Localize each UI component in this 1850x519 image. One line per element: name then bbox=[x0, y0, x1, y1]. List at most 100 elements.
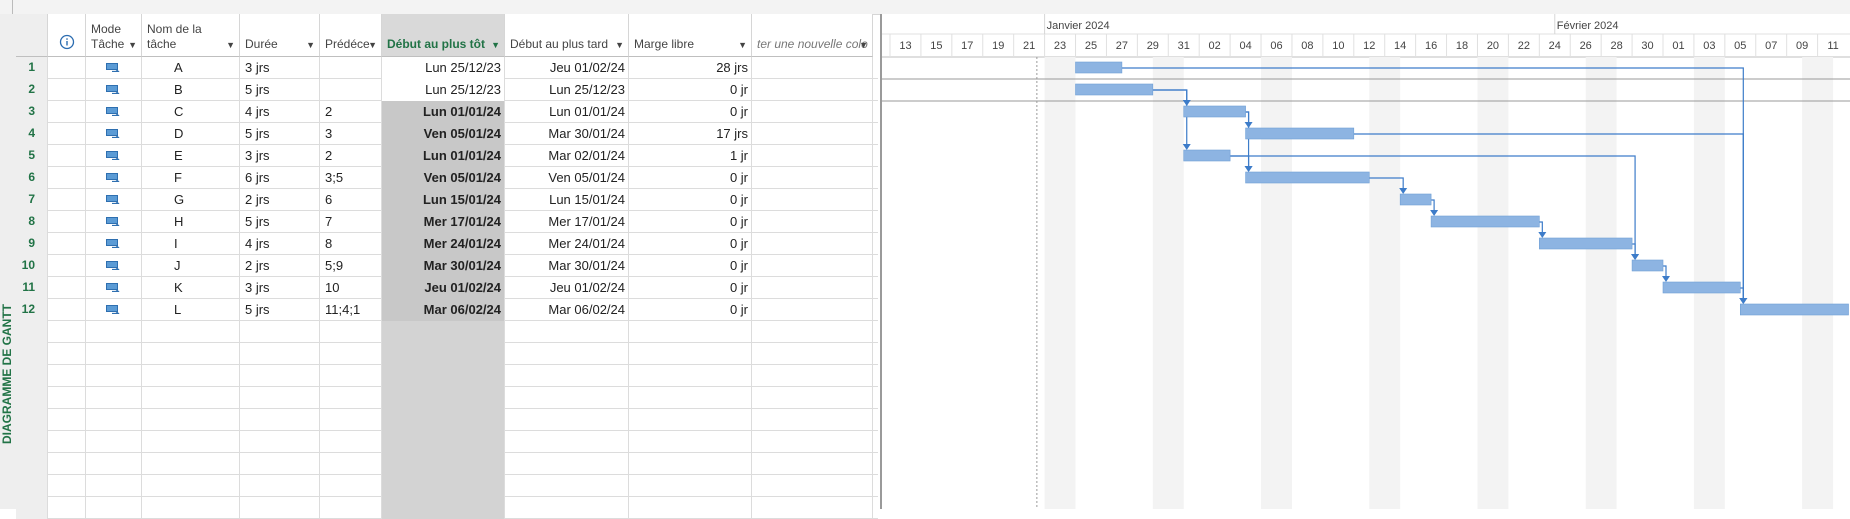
indicator-cell[interactable] bbox=[48, 167, 86, 189]
late-start-cell[interactable] bbox=[505, 343, 629, 365]
indicator-cell[interactable] bbox=[48, 57, 86, 79]
duration-cell[interactable] bbox=[240, 343, 320, 365]
gantt-canvas[interactable]: Janvier 2024 Février 2024 13 15 17 19 21 23 25 27… bbox=[882, 14, 1850, 509]
new-column-cell[interactable] bbox=[752, 387, 873, 409]
table-row[interactable]: 3C4 jrs 2 Lun 01/01/24 Lun 01/01/24 0 jr bbox=[16, 101, 878, 123]
row-id[interactable] bbox=[16, 343, 48, 365]
column-header-task-mode[interactable]: Mode Tâche ▼ bbox=[86, 14, 142, 57]
predecessors-cell[interactable] bbox=[320, 431, 382, 453]
table-row[interactable]: 9I4 jrs 8 Mer 24/01/24 Mer 24/01/24 0 jr bbox=[16, 233, 878, 255]
duration-cell[interactable]: 5 jrs bbox=[240, 211, 320, 233]
duration-cell[interactable]: 3 jrs bbox=[240, 277, 320, 299]
task-mode-cell[interactable] bbox=[86, 321, 142, 343]
duration-cell[interactable]: 2 jrs bbox=[240, 255, 320, 277]
early-start-cell[interactable]: Lun 01/01/24 bbox=[382, 145, 505, 167]
task-mode-cell[interactable] bbox=[86, 365, 142, 387]
indicator-cell[interactable] bbox=[48, 387, 86, 409]
duration-cell[interactable]: 4 jrs bbox=[240, 101, 320, 123]
row-id[interactable] bbox=[16, 475, 48, 497]
new-column-cell[interactable] bbox=[752, 431, 873, 453]
indicator-cell[interactable] bbox=[48, 145, 86, 167]
early-start-cell[interactable] bbox=[382, 321, 505, 343]
row-id[interactable] bbox=[16, 431, 48, 453]
column-header-predecessors[interactable]: Prédéce ▼ bbox=[320, 14, 382, 57]
predecessors-cell[interactable]: 8 bbox=[320, 233, 382, 255]
task-bar[interactable] bbox=[1245, 171, 1370, 184]
free-slack-cell[interactable] bbox=[629, 497, 752, 519]
late-start-cell[interactable] bbox=[505, 365, 629, 387]
early-start-cell[interactable]: Jeu 01/02/24 bbox=[382, 277, 505, 299]
row-id[interactable]: 9 bbox=[16, 233, 48, 255]
table-row[interactable]: 4 D5 jrs 3 Ven 05/01/24 Mar 30/01/24 17 jrs bbox=[16, 123, 878, 145]
table-row[interactable] bbox=[16, 453, 878, 475]
new-column-cell[interactable] bbox=[752, 409, 873, 431]
duration-cell[interactable]: 5 jrs bbox=[240, 123, 320, 145]
free-slack-cell[interactable]: 0 jr bbox=[629, 233, 752, 255]
new-column-cell[interactable] bbox=[752, 453, 873, 475]
duration-cell[interactable] bbox=[240, 409, 320, 431]
predecessors-cell[interactable]: 6 bbox=[320, 189, 382, 211]
new-column-cell[interactable] bbox=[752, 145, 873, 167]
free-slack-cell[interactable]: 0 jr bbox=[629, 101, 752, 123]
task-bar[interactable] bbox=[1539, 237, 1633, 250]
task-bar[interactable] bbox=[1662, 281, 1741, 294]
task-mode-cell[interactable] bbox=[86, 497, 142, 519]
free-slack-cell[interactable] bbox=[629, 453, 752, 475]
early-start-cell[interactable] bbox=[382, 431, 505, 453]
chevron-down-icon[interactable]: ▼ bbox=[615, 40, 624, 50]
task-bar[interactable] bbox=[1739, 303, 1849, 316]
free-slack-cell[interactable] bbox=[629, 343, 752, 365]
indicator-cell[interactable] bbox=[48, 299, 86, 321]
late-start-cell[interactable] bbox=[505, 321, 629, 343]
task-name-cell[interactable]: E bbox=[142, 145, 240, 167]
task-name-cell[interactable]: A bbox=[142, 57, 240, 79]
predecessors-cell[interactable] bbox=[320, 497, 382, 519]
early-start-cell[interactable] bbox=[382, 365, 505, 387]
task-mode-cell[interactable] bbox=[86, 431, 142, 453]
duration-cell[interactable]: 4 jrs bbox=[240, 233, 320, 255]
free-slack-cell[interactable] bbox=[629, 321, 752, 343]
duration-cell[interactable] bbox=[240, 431, 320, 453]
predecessors-cell[interactable]: 11;4;1 bbox=[320, 299, 382, 321]
task-bar[interactable] bbox=[1399, 193, 1432, 206]
task-mode-cell[interactable] bbox=[86, 145, 142, 167]
late-start-cell[interactable]: Jeu 01/02/24 bbox=[505, 57, 629, 79]
new-column-cell[interactable] bbox=[752, 343, 873, 365]
new-column-cell[interactable] bbox=[752, 255, 873, 277]
predecessors-cell[interactable]: 5;9 bbox=[320, 255, 382, 277]
row-id[interactable]: 6 bbox=[16, 167, 48, 189]
predecessors-cell[interactable]: 2 bbox=[320, 145, 382, 167]
predecessors-cell[interactable]: 2 bbox=[320, 101, 382, 123]
duration-cell[interactable] bbox=[240, 497, 320, 519]
predecessors-cell[interactable] bbox=[320, 343, 382, 365]
early-start-cell[interactable] bbox=[382, 343, 505, 365]
task-name-cell[interactable]: J bbox=[142, 255, 240, 277]
new-column-cell[interactable] bbox=[752, 321, 873, 343]
task-name-cell[interactable] bbox=[142, 497, 240, 519]
column-header-add-new-column[interactable]: ter une nouvelle colo ▼ bbox=[752, 14, 873, 57]
free-slack-cell[interactable] bbox=[629, 387, 752, 409]
duration-cell[interactable] bbox=[240, 453, 320, 475]
new-column-cell[interactable] bbox=[752, 101, 873, 123]
task-mode-cell[interactable] bbox=[86, 167, 142, 189]
late-start-cell[interactable]: Jeu 01/02/24 bbox=[505, 277, 629, 299]
duration-cell[interactable]: 3 jrs bbox=[240, 145, 320, 167]
predecessors-cell[interactable]: 3 bbox=[320, 123, 382, 145]
task-mode-cell[interactable] bbox=[86, 387, 142, 409]
task-bar[interactable] bbox=[1430, 215, 1540, 228]
predecessors-cell[interactable] bbox=[320, 365, 382, 387]
late-start-cell[interactable]: Lun 15/01/24 bbox=[505, 189, 629, 211]
task-name-cell[interactable]: D bbox=[142, 123, 240, 145]
late-start-cell[interactable]: Mer 24/01/24 bbox=[505, 233, 629, 255]
task-mode-cell[interactable] bbox=[86, 255, 142, 277]
new-column-cell[interactable] bbox=[752, 57, 873, 79]
free-slack-cell[interactable]: 0 jr bbox=[629, 79, 752, 101]
predecessors-cell[interactable]: 3;5 bbox=[320, 167, 382, 189]
early-start-cell[interactable]: Ven 05/01/24 bbox=[382, 167, 505, 189]
row-id[interactable]: 11 bbox=[16, 277, 48, 299]
column-header-indicators[interactable] bbox=[48, 14, 86, 57]
task-mode-cell[interactable] bbox=[86, 211, 142, 233]
chevron-down-icon[interactable]: ▼ bbox=[128, 40, 137, 50]
row-id[interactable]: 8 bbox=[16, 211, 48, 233]
task-name-cell[interactable]: C bbox=[142, 101, 240, 123]
